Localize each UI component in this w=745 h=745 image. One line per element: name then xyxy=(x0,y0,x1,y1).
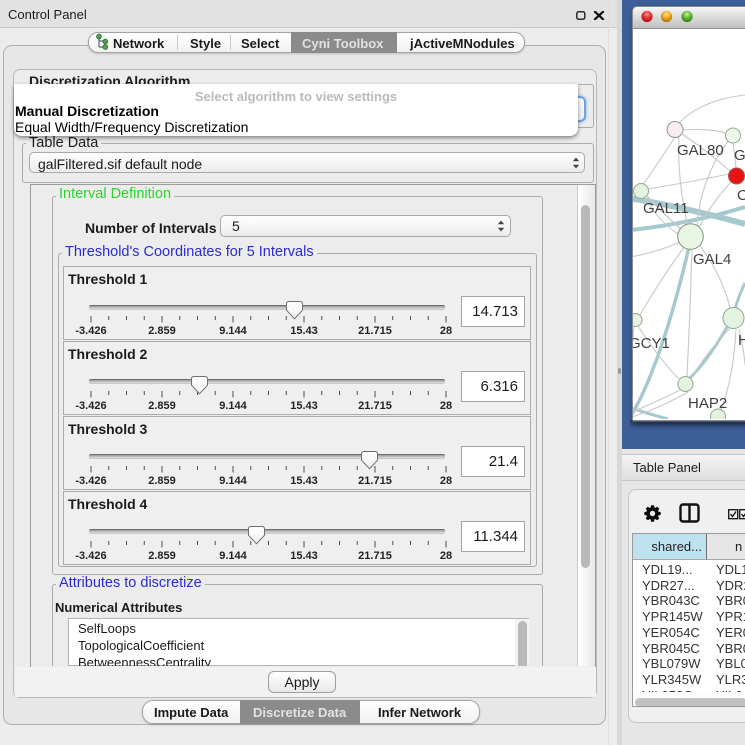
svg-text:GAL4: GAL4 xyxy=(693,251,731,268)
svg-text:GCY1: GCY1 xyxy=(633,335,670,352)
svg-text:C: C xyxy=(737,187,745,204)
svg-text:GA: GA xyxy=(734,147,745,164)
svg-text:GAL80: GAL80 xyxy=(677,142,724,159)
svg-text:HAP2: HAP2 xyxy=(688,395,727,412)
svg-text:GAL11: GAL11 xyxy=(643,200,689,217)
svg-text:H: H xyxy=(738,332,745,349)
